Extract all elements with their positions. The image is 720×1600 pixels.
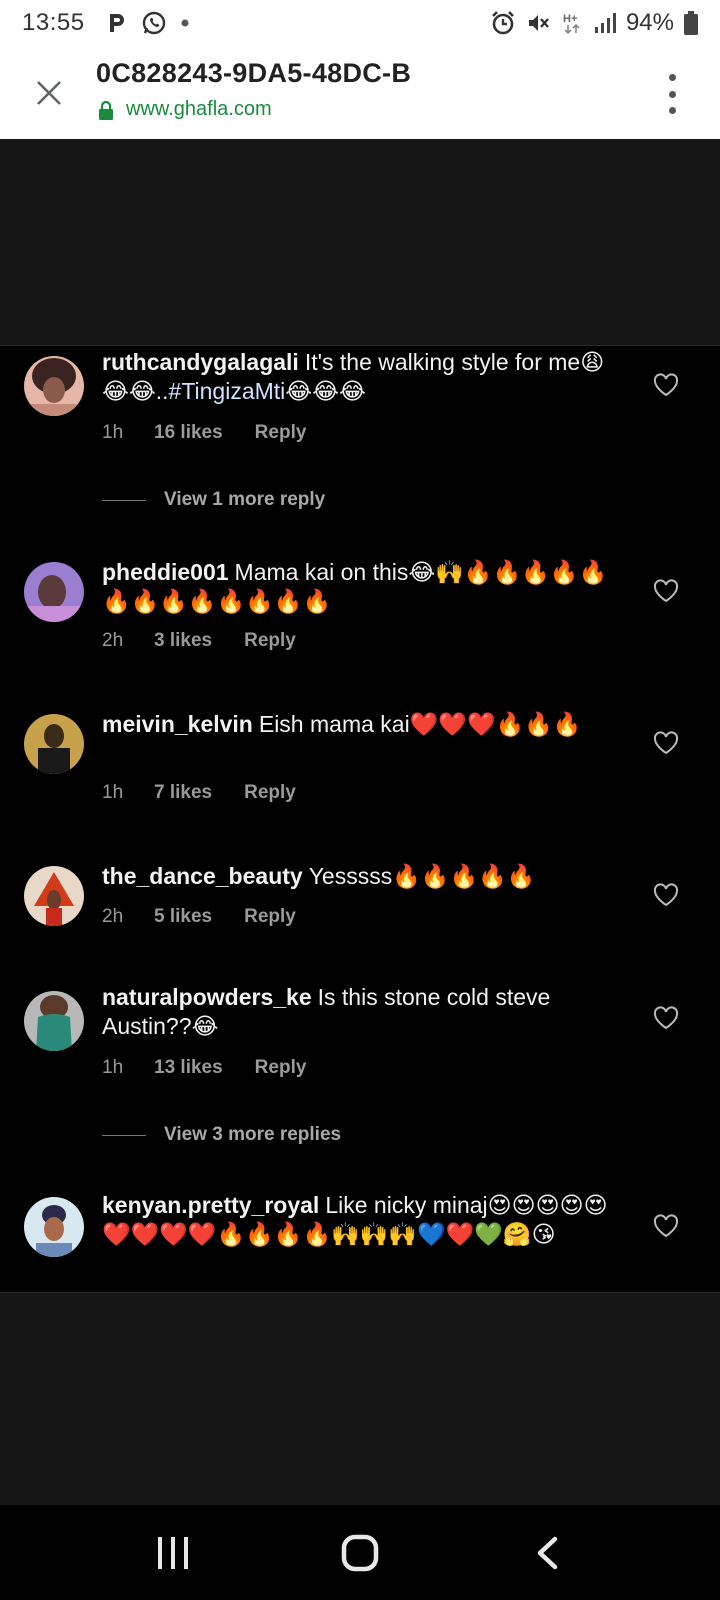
avatar[interactable] xyxy=(24,1197,84,1257)
comment-likes[interactable]: 7 likes xyxy=(154,782,212,804)
divider-line xyxy=(102,499,146,501)
footer-placeholder-area xyxy=(0,1293,720,1505)
page-title: 0C828243-9DA5-48DC-B xyxy=(96,58,412,88)
video-placeholder-area xyxy=(0,139,720,345)
comment-username[interactable]: meivin_kelvin xyxy=(102,711,253,737)
battery-icon xyxy=(684,11,698,35)
comment-meta: 1h 13 likes Reply xyxy=(102,1057,306,1079)
comment-meta: 1h 7 likes Reply xyxy=(102,782,296,804)
lock-icon xyxy=(98,100,114,120)
comment-hashtag[interactable]: #TingizaMti xyxy=(169,378,286,404)
comment-message: Eish mama kai❤️❤️❤️🔥🔥🔥 xyxy=(258,711,582,737)
view-more-replies-button[interactable]: View 1 more reply xyxy=(102,489,325,511)
comment-text: ruthcandygalagali It's the walking style … xyxy=(102,348,622,406)
comment-text: pheddie001 Mama kai on this😂🙌🔥🔥🔥🔥🔥🔥🔥🔥🔥🔥🔥🔥… xyxy=(102,558,622,616)
comment-text: meivin_kelvin Eish mama kai❤️❤️❤️🔥🔥🔥 xyxy=(102,710,622,739)
status-time: 13:55 xyxy=(22,9,85,36)
url-text: www.ghafla.com xyxy=(126,98,272,120)
signal-icon xyxy=(594,12,616,34)
reply-button[interactable]: Reply xyxy=(244,782,296,804)
avatar[interactable] xyxy=(24,866,84,926)
parking-icon xyxy=(107,12,127,34)
reply-button[interactable]: Reply xyxy=(255,1057,307,1079)
like-heart-icon[interactable] xyxy=(652,730,680,756)
comment-text: naturalpowders_ke Is this stone cold stev… xyxy=(102,983,622,1041)
comment-likes[interactable]: 13 likes xyxy=(154,1057,223,1079)
like-heart-icon[interactable] xyxy=(652,372,680,398)
view-more-replies-button[interactable]: View 3 more replies xyxy=(102,1124,341,1146)
browser-toolbar: 0C828243-9DA5-48DC-B www.ghafla.com xyxy=(0,46,720,139)
comment-username[interactable]: naturalpowders_ke xyxy=(102,984,312,1010)
comment-time: 2h xyxy=(102,630,124,651)
comments-list: ruthcandygalagali It's the walking style … xyxy=(0,345,720,1293)
hplus-data-icon: H+ xyxy=(562,11,584,35)
comment-time: 1h xyxy=(102,422,124,443)
comment-message-end: 😂😂😂 xyxy=(285,378,366,404)
comment-text: the_dance_beauty Yesssss🔥🔥🔥🔥🔥 xyxy=(102,862,622,891)
avatar[interactable] xyxy=(24,562,84,622)
comment-likes[interactable]: 3 likes xyxy=(154,630,212,652)
recent-apps-icon[interactable] xyxy=(143,1523,203,1583)
view-more-label: View 1 more reply xyxy=(164,489,326,510)
comment-time: 1h xyxy=(102,782,124,803)
avatar[interactable] xyxy=(24,991,84,1051)
reply-button[interactable]: Reply xyxy=(244,630,296,652)
like-heart-icon[interactable] xyxy=(652,1005,680,1031)
reply-button[interactable]: Reply xyxy=(244,906,296,928)
home-icon[interactable] xyxy=(330,1523,390,1583)
status-notification-icons xyxy=(107,10,189,36)
comment-time: 1h xyxy=(102,1057,124,1078)
comment-meta: 1h 16 likes Reply xyxy=(102,422,306,444)
avatar[interactable] xyxy=(24,356,84,416)
comment-username[interactable]: kenyan.pretty_royal xyxy=(102,1192,319,1218)
view-more-label: View 3 more replies xyxy=(164,1124,342,1145)
like-heart-icon[interactable] xyxy=(652,882,680,908)
system-nav-bar xyxy=(0,1505,720,1600)
comment-meta: 2h 5 likes Reply xyxy=(102,906,296,928)
like-heart-icon[interactable] xyxy=(652,1213,680,1239)
battery-percent: 94% xyxy=(625,9,674,36)
reply-button[interactable]: Reply xyxy=(255,422,307,444)
vibrate-mute-icon xyxy=(526,11,552,35)
comment-likes[interactable]: 5 likes xyxy=(154,906,212,928)
svg-text:H+: H+ xyxy=(563,13,577,25)
alarm-icon xyxy=(490,10,516,36)
comment-time: 2h xyxy=(102,906,124,927)
dot-icon xyxy=(181,19,189,27)
comment-username[interactable]: the_dance_beauty xyxy=(102,863,303,889)
comment-likes[interactable]: 16 likes xyxy=(154,422,223,444)
overflow-menu-icon[interactable] xyxy=(664,74,680,114)
whatsapp-icon xyxy=(141,10,167,36)
comment-message: Yesssss🔥🔥🔥🔥🔥 xyxy=(308,863,536,889)
back-icon[interactable] xyxy=(517,1523,577,1583)
comment-text: kenyan.pretty_royal Like nicky minaj😍😍😍😍😍… xyxy=(102,1191,622,1249)
status-bar: 13:55 H+ 94% xyxy=(0,0,720,46)
divider-line xyxy=(102,1134,146,1136)
close-icon[interactable] xyxy=(30,74,68,112)
url-bar[interactable]: www.ghafla.com xyxy=(98,98,272,121)
like-heart-icon[interactable] xyxy=(652,578,680,604)
comment-username[interactable]: ruthcandygalagali xyxy=(102,349,299,375)
comment-username[interactable]: pheddie001 xyxy=(102,559,229,585)
avatar[interactable] xyxy=(24,714,84,774)
status-system-icons: H+ 94% xyxy=(490,9,698,37)
comment-meta: 2h 3 likes Reply xyxy=(102,630,296,652)
